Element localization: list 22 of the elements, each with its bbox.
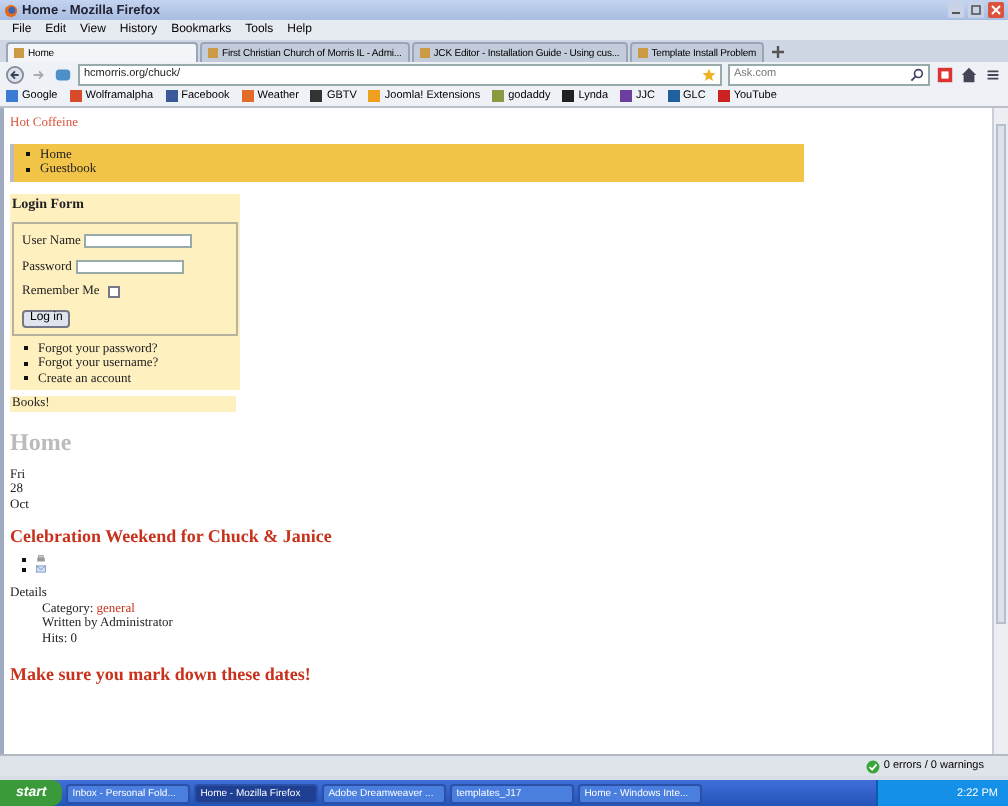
minimize-icon[interactable]	[948, 2, 964, 18]
article-title: Celebration Weekend for Chuck & Janice	[10, 526, 334, 546]
new-tab-icon[interactable]	[770, 44, 787, 60]
maximize-icon[interactable]	[968, 2, 984, 18]
firefox-icon	[4, 3, 18, 17]
close-icon[interactable]	[988, 2, 1004, 18]
star-icon[interactable]	[702, 67, 716, 81]
home-icon[interactable]	[960, 65, 978, 83]
remember-checkbox[interactable]	[107, 285, 120, 298]
addon-icon[interactable]	[936, 65, 954, 83]
article-title: Make sure you mark down these dates!	[10, 664, 313, 684]
password-field[interactable]	[75, 259, 184, 274]
username-field[interactable]	[84, 234, 193, 249]
check-icon	[865, 759, 880, 773]
email-icon[interactable]	[36, 564, 46, 574]
forward-icon[interactable]	[30, 65, 48, 83]
print-icon[interactable]	[36, 554, 46, 564]
back-icon[interactable]	[6, 65, 24, 83]
menu-icon[interactable]	[984, 65, 1002, 83]
page-heading: Home	[10, 429, 74, 455]
search-icon[interactable]	[910, 67, 924, 81]
scrollbar[interactable]	[992, 108, 1008, 754]
